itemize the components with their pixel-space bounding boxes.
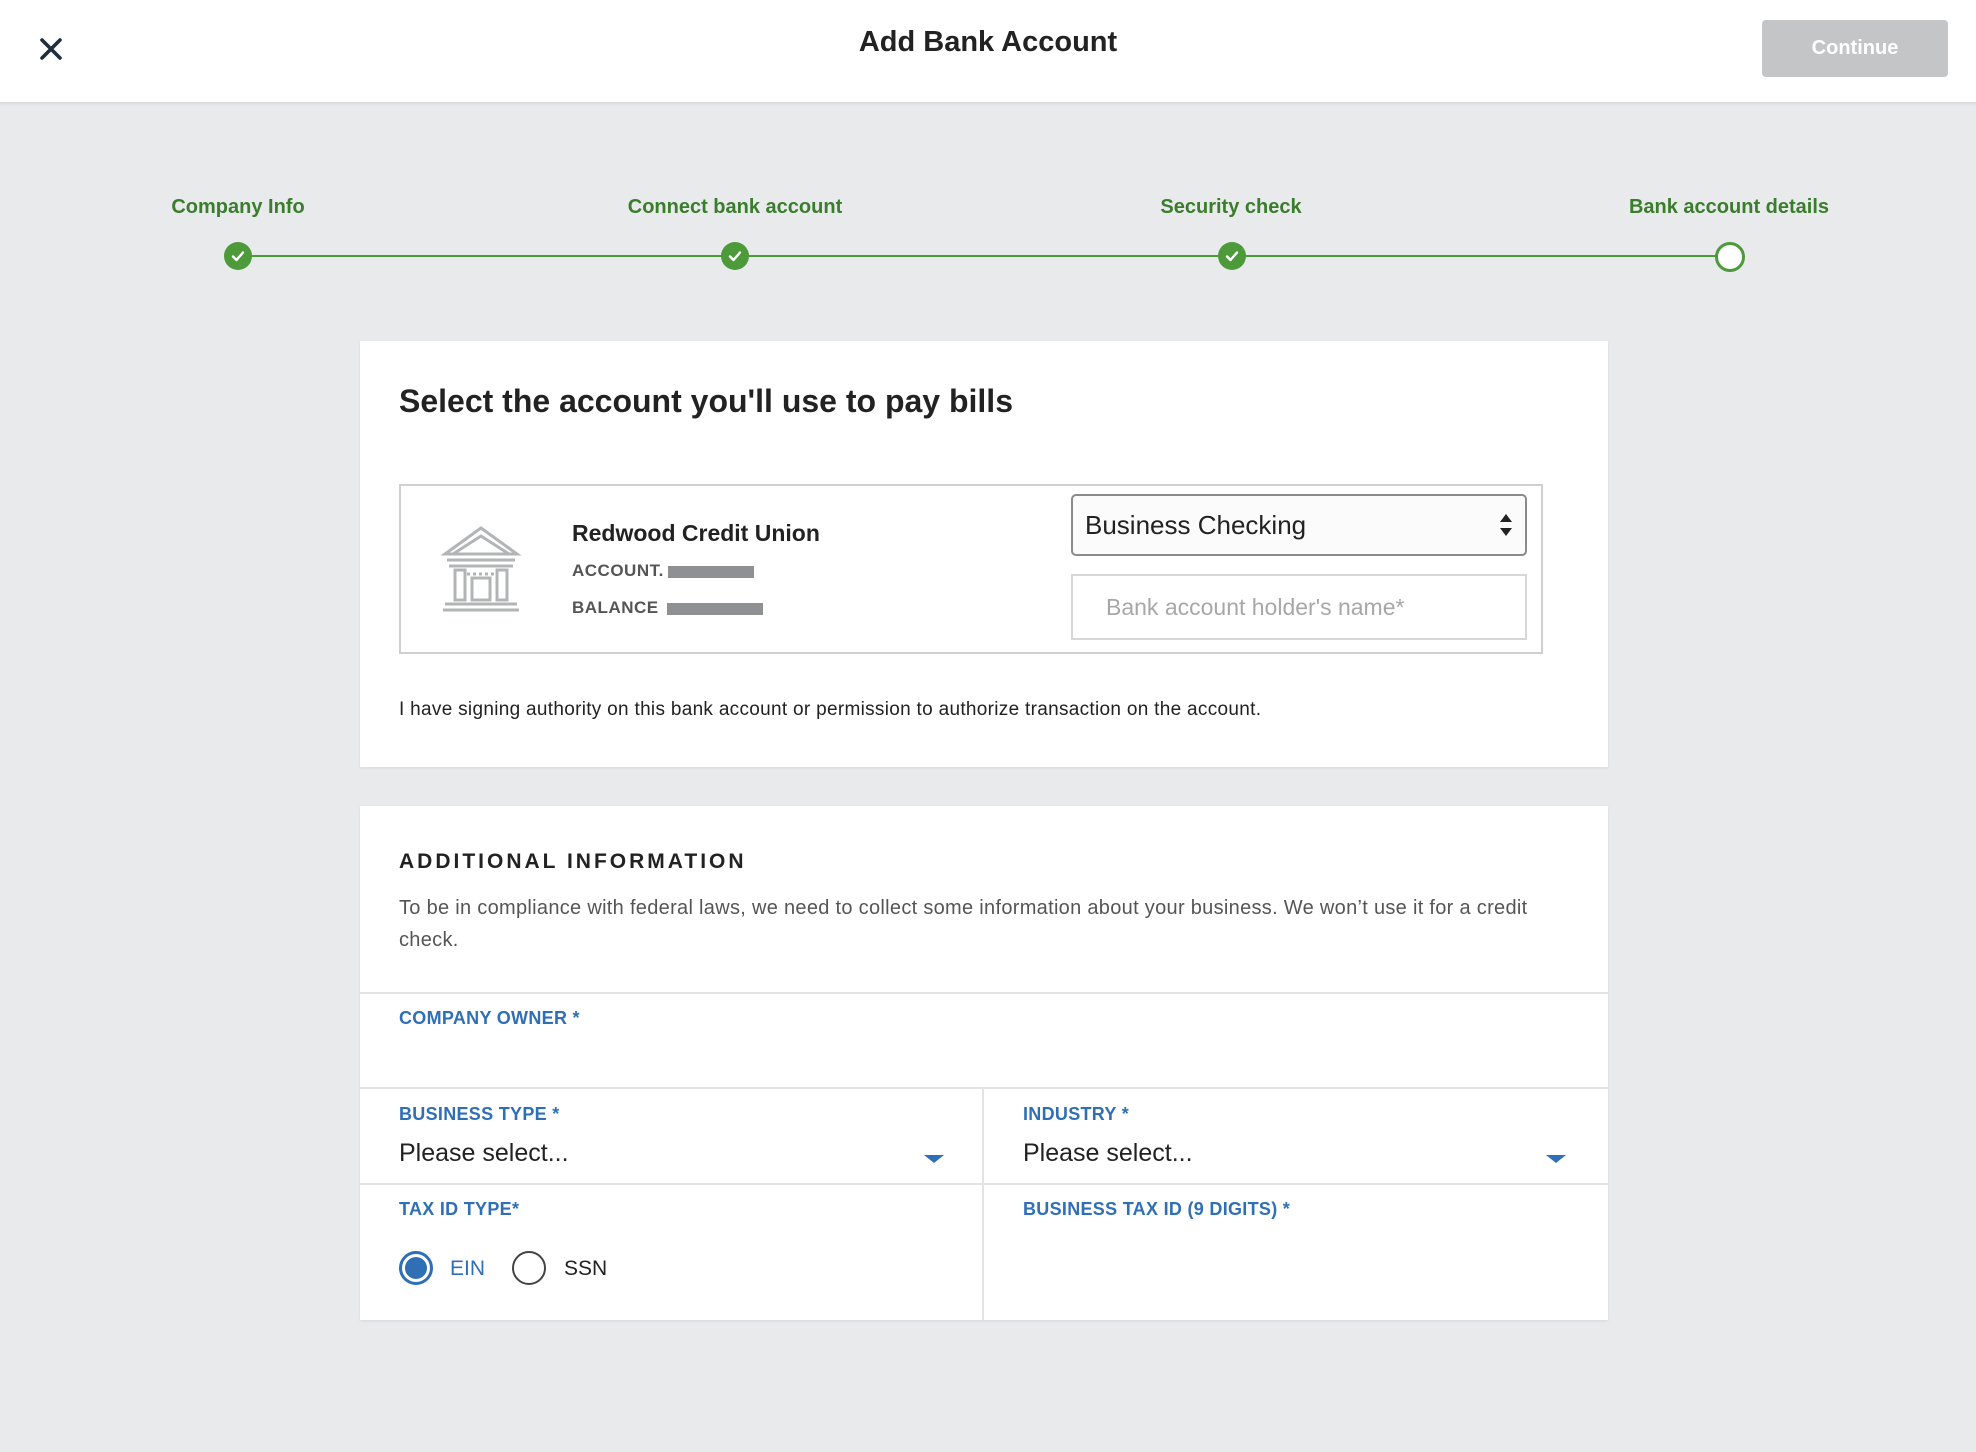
progress-stepper: Company Info Connect bank account Securi… bbox=[0, 0, 1976, 300]
business-type-select[interactable]: BUSINESS TYPE * Please select... bbox=[360, 1089, 982, 1181]
industry-label: INDUSTRY * bbox=[1023, 1104, 1130, 1124]
chevron-down-icon bbox=[1546, 1155, 1566, 1163]
ssn-radio[interactable] bbox=[512, 1251, 546, 1285]
step-complete-check-icon bbox=[721, 242, 749, 270]
bank-building-icon bbox=[439, 524, 523, 621]
card-heading: Select the account you'll use to pay bil… bbox=[399, 383, 1013, 419]
account-number: ACCOUNT. bbox=[572, 561, 754, 581]
section-title: ADDITIONAL INFORMATION bbox=[399, 850, 747, 873]
step-complete-check-icon bbox=[224, 242, 252, 270]
step-label-security-check: Security check bbox=[1160, 196, 1302, 218]
section-description: To be in compliance with federal laws, w… bbox=[399, 897, 1528, 951]
tax-id-type-label: TAX ID TYPE* bbox=[399, 1199, 520, 1219]
chevron-down-icon bbox=[924, 1155, 944, 1163]
ssn-radio-label[interactable]: SSN bbox=[564, 1257, 607, 1281]
account-type-select[interactable]: Business Checking bbox=[1071, 494, 1527, 556]
business-type-value: Please select... bbox=[399, 1139, 569, 1167]
step-label-connect-bank: Connect bank account bbox=[627, 196, 843, 218]
bank-name: Redwood Credit Union bbox=[572, 520, 820, 546]
step-label-company-info: Company Info bbox=[171, 196, 305, 218]
company-owner-field[interactable] bbox=[360, 994, 1608, 1086]
ein-radio[interactable] bbox=[399, 1251, 433, 1285]
account-selection-card: Select the account you'll use to pay bil… bbox=[360, 341, 1608, 767]
stepper-track bbox=[238, 255, 1730, 257]
industry-select[interactable]: INDUSTRY * Please select... bbox=[984, 1089, 1608, 1181]
step-complete-check-icon bbox=[1218, 242, 1246, 270]
business-tax-id-field[interactable]: BUSINESS TAX ID (9 DIGITS) * bbox=[984, 1185, 1608, 1320]
business-type-label: BUSINESS TYPE * bbox=[399, 1104, 560, 1124]
redacted-account-number bbox=[667, 565, 754, 578]
bank-account-option[interactable]: Redwood Credit Union ACCOUNT. BALANCE Bu… bbox=[399, 484, 1543, 654]
step-label-bank-details: Bank account details bbox=[1628, 196, 1830, 218]
signing-authority-text: I have signing authority on this bank ac… bbox=[399, 699, 1262, 720]
ein-radio-label[interactable]: EIN bbox=[450, 1257, 485, 1281]
account-balance: BALANCE bbox=[572, 598, 763, 618]
step-current-circle-icon bbox=[1715, 242, 1745, 272]
select-arrows-icon bbox=[1499, 512, 1513, 545]
business-tax-id-label: BUSINESS TAX ID (9 DIGITS) * bbox=[1023, 1199, 1291, 1219]
industry-value: Please select... bbox=[1023, 1139, 1193, 1167]
additional-information-card: ADDITIONAL INFORMATION To be in complian… bbox=[360, 806, 1608, 1320]
redacted-balance bbox=[666, 602, 763, 615]
account-holder-name-input[interactable]: Bank account holder's name* bbox=[1071, 574, 1527, 640]
